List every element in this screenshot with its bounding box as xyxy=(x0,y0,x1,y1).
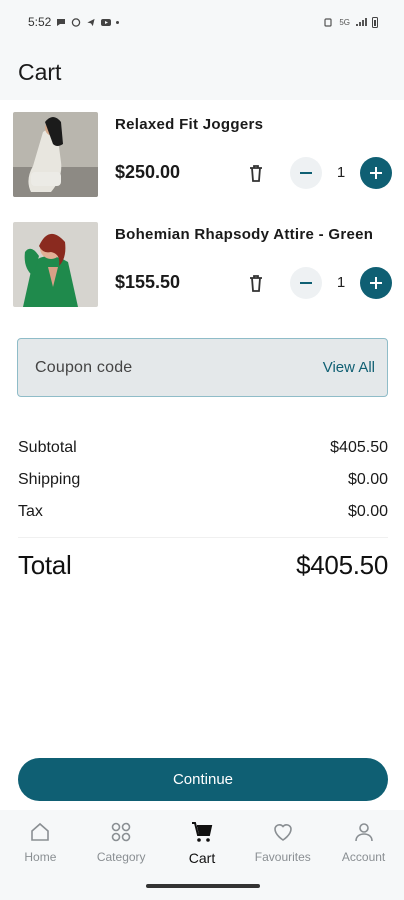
view-all-coupons-link[interactable]: View All xyxy=(323,359,375,376)
home-indicator xyxy=(146,884,260,888)
nav-label-favourites: Favourites xyxy=(254,850,311,864)
subtotal-row: Subtotal $405.50 xyxy=(18,432,388,464)
order-summary: Subtotal $405.50 Shipping $0.00 Tax $0.0… xyxy=(18,432,388,528)
nav-label-account: Account xyxy=(341,850,386,864)
tax-label: Tax xyxy=(18,503,43,520)
total-row: Total $405.50 xyxy=(18,550,388,581)
continue-button[interactable]: Continue xyxy=(18,758,388,801)
shipping-row: Shipping $0.00 xyxy=(18,464,388,496)
subtotal-value: $405.50 xyxy=(330,439,388,456)
product-image[interactable] xyxy=(13,112,98,197)
category-icon xyxy=(111,822,131,842)
signal-icon xyxy=(356,18,367,26)
cart-item: Bohemian Rhapsody Attire - Green $155.50… xyxy=(0,210,404,320)
app-bar: Cart xyxy=(0,44,404,100)
minus-icon xyxy=(300,172,312,174)
heart-icon xyxy=(273,824,292,841)
decrease-quantity-button[interactable] xyxy=(290,267,322,299)
plus-icon xyxy=(370,277,382,289)
tax-value: $0.00 xyxy=(347,503,388,520)
plus-icon xyxy=(370,167,382,179)
product-name[interactable]: Bohemian Rhapsody Attire - Green xyxy=(115,226,373,243)
status-time: 5:52 xyxy=(28,15,52,29)
cart-icon xyxy=(191,822,213,842)
battery-icon xyxy=(372,16,378,28)
trash-icon[interactable] xyxy=(247,163,265,183)
vibrate-icon xyxy=(324,17,332,27)
cart-item: Relaxed Fit Joggers $250.00 1 xyxy=(0,100,404,210)
subtotal-label: Subtotal xyxy=(18,439,77,456)
nav-label-category: Category xyxy=(96,850,146,864)
total-label: Total xyxy=(18,550,72,580)
nav-item-account[interactable]: Account xyxy=(323,810,404,900)
minus-icon xyxy=(300,282,312,284)
shipping-label: Shipping xyxy=(18,471,81,488)
message-icon xyxy=(57,18,66,26)
increase-quantity-button[interactable] xyxy=(360,157,392,189)
increase-quantity-button[interactable] xyxy=(360,267,392,299)
shipping-value: $0.00 xyxy=(347,471,388,488)
quantity-value: 1 xyxy=(336,164,346,181)
nav-item-home[interactable]: Home xyxy=(0,810,81,900)
decrease-quantity-button[interactable] xyxy=(290,157,322,189)
coupon-placeholder[interactable]: Coupon code xyxy=(35,359,132,377)
youtube-icon xyxy=(101,18,112,26)
product-name[interactable]: Relaxed Fit Joggers xyxy=(115,116,263,133)
trash-icon[interactable] xyxy=(247,273,265,293)
product-price: $250.00 xyxy=(115,162,181,182)
total-value: $405.50 xyxy=(296,550,388,580)
nav-label-cart: Cart xyxy=(188,850,216,866)
notification-dot-icon xyxy=(116,20,120,24)
account-icon xyxy=(354,823,373,842)
home-icon xyxy=(31,822,50,841)
nav-label-home: Home xyxy=(24,850,57,864)
summary-divider xyxy=(18,537,388,538)
network-label: 5G xyxy=(339,17,350,27)
whatsapp-icon xyxy=(72,17,81,27)
status-left: 5:52 xyxy=(28,15,120,29)
page-title: Cart xyxy=(18,58,62,85)
status-bar: 5:52 5G xyxy=(0,0,404,44)
product-price: $155.50 xyxy=(115,272,181,292)
status-right: 5G xyxy=(322,16,378,28)
telegram-icon xyxy=(87,18,95,26)
coupon-field[interactable]: Coupon code View All xyxy=(17,338,388,397)
product-image[interactable] xyxy=(13,222,98,307)
tax-row: Tax $0.00 xyxy=(18,496,388,528)
quantity-value: 1 xyxy=(336,274,346,291)
